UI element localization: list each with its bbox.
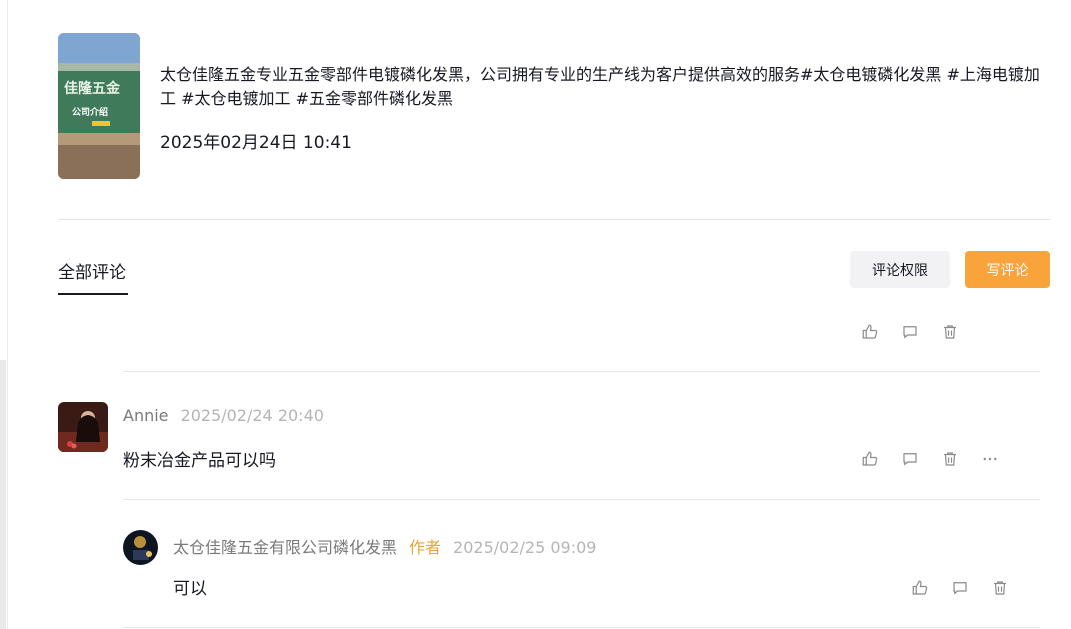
- reply-text: 可以: [173, 579, 207, 599]
- comment-separator: [123, 627, 1040, 628]
- thumbnail-logo-text: 佳隆五金: [64, 80, 121, 97]
- reply-user[interactable]: 太仓佳隆五金有限公司磷化发黑 作者 2025/02/25 09:09: [173, 534, 596, 558]
- post-date: 2025年02月24日 10:41: [160, 133, 352, 153]
- comment-separator: [123, 499, 1040, 500]
- tab-all-comments[interactable]: 全部评论: [58, 258, 126, 283]
- avatar[interactable]: [123, 530, 158, 565]
- reply-icon[interactable]: [900, 449, 920, 469]
- reply-icon[interactable]: [900, 322, 920, 342]
- tab-active-underline: [58, 293, 128, 295]
- comment-text: 粉末冶金产品可以吗: [123, 451, 276, 471]
- write-comment-button[interactable]: 写评论: [965, 251, 1050, 288]
- reply-icon[interactable]: [950, 578, 970, 598]
- comment-permission-button[interactable]: 评论权限: [850, 251, 950, 288]
- divider: [58, 219, 1050, 220]
- left-scrollbar[interactable]: [0, 360, 6, 629]
- video-thumbnail[interactable]: 佳隆五金 公司介绍: [58, 33, 140, 179]
- like-icon[interactable]: [910, 578, 930, 598]
- comment-user[interactable]: Annie 2025/02/24 20:40: [123, 406, 324, 425]
- comments-list[interactable]: ▀▀▀▀▀ ▀ ▀ ▀▀ Annie 2025/02/24 20:40 粉末冶金产…: [58, 318, 1050, 629]
- thumbnail-caption: 公司介绍: [72, 106, 108, 118]
- delete-icon[interactable]: [940, 322, 960, 342]
- reply-time: 2025/02/25 09:09: [453, 538, 597, 557]
- comment-separator: [123, 371, 1040, 372]
- more-icon[interactable]: [980, 449, 1000, 469]
- author-badge: 作者: [409, 538, 442, 557]
- delete-icon[interactable]: [990, 578, 1010, 598]
- clipped-comment-fragment: ▀▀▀▀▀ ▀ ▀ ▀▀: [123, 318, 249, 327]
- comment-time: 2025/02/24 20:40: [180, 406, 324, 425]
- comment-username[interactable]: Annie: [123, 406, 169, 425]
- post-card: 佳隆五金 公司介绍 太仓佳隆五金专业五金零部件电镀磷化发黑，公司拥有专业的生产线…: [58, 33, 1050, 179]
- avatar[interactable]: [58, 402, 108, 452]
- reply-username[interactable]: 太仓佳隆五金有限公司磷化发黑: [173, 538, 397, 557]
- post-description: 太仓佳隆五金专业五金零部件电镀磷化发黑，公司拥有专业的生产线为客户提供高效的服务…: [160, 65, 1040, 108]
- like-icon[interactable]: [860, 449, 880, 469]
- delete-icon[interactable]: [940, 449, 960, 469]
- like-icon[interactable]: [860, 322, 880, 342]
